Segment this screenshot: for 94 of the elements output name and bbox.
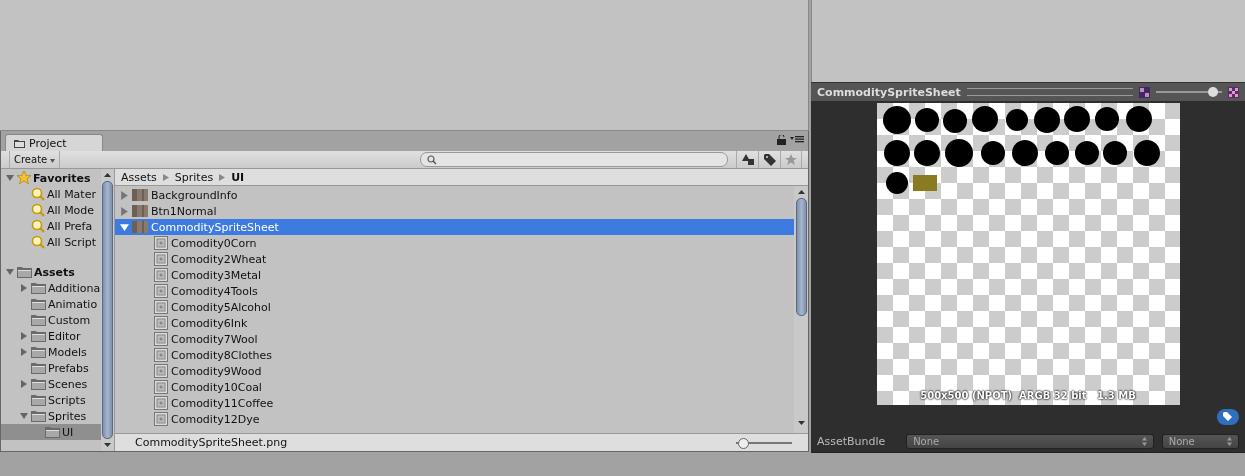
asset-bundle-variant-dropdown[interactable]: None	[1161, 433, 1239, 449]
sidebar-item[interactable]: Editor	[1, 328, 101, 344]
sidebar-item[interactable]: Assets	[1, 264, 101, 280]
asset-item[interactable]: Comodity8Clothes	[115, 347, 794, 363]
sidebar-item[interactable]: Models	[1, 344, 101, 360]
texture-thumbnail-icon	[132, 221, 148, 233]
sprite-icon	[154, 364, 168, 378]
search-icon	[31, 235, 45, 249]
search-icon	[31, 203, 45, 217]
folder-icon	[31, 410, 46, 422]
sprite-icon	[154, 332, 168, 346]
search-icon	[427, 154, 437, 165]
sidebar-item[interactable]: Favorites	[1, 170, 101, 186]
shapes-icon	[741, 154, 754, 165]
lock-icon[interactable]	[777, 135, 786, 145]
asset-item[interactable]: Comodity0Corn	[115, 235, 794, 251]
asset-item[interactable]: Comodity11Coffee	[115, 395, 794, 411]
asset-item[interactable]: CommoditySpriteSheet	[115, 219, 794, 235]
sidebar-item[interactable]: UI	[1, 424, 101, 440]
scrollbar[interactable]	[101, 169, 114, 451]
folder-icon	[31, 330, 46, 342]
caret-icon	[50, 159, 56, 163]
breadcrumb-link[interactable]: Assets	[121, 170, 157, 184]
sidebar-item[interactable]: All Prefa	[1, 218, 101, 234]
up-down-arrows-icon	[1227, 436, 1232, 446]
sidebar-item[interactable]: Additiona	[1, 280, 101, 296]
asset-item[interactable]: Comodity9Wood	[115, 363, 794, 379]
tag-icon	[763, 153, 776, 166]
folder-icon	[14, 138, 25, 148]
sidebar-item[interactable]: Sprites	[1, 408, 101, 424]
sprite-icon	[154, 236, 168, 250]
sprite-icon	[154, 252, 168, 266]
breadcrumb-separator-icon	[162, 173, 169, 181]
folder-icon	[31, 314, 46, 326]
sprite-icon	[154, 284, 168, 298]
texture-thumbnail-icon	[132, 205, 148, 217]
sprite-icon	[154, 268, 168, 282]
asset-item[interactable]: Comodity6Ink	[115, 315, 794, 331]
asset-bundle-label: AssetBundle	[817, 434, 887, 448]
breadcrumb-separator-icon	[219, 173, 226, 181]
asset-item[interactable]: Comodity10Coal	[115, 379, 794, 395]
sidebar-item[interactable]: All Script	[1, 234, 101, 250]
asset-item[interactable]: Comodity7Wool	[115, 331, 794, 347]
texture-thumbnail-icon	[132, 189, 148, 201]
sidebar-item[interactable]: Prefabs	[1, 360, 101, 376]
sidebar-item[interactable]: Scenes	[1, 376, 101, 392]
preview-title: CommoditySpriteSheet	[817, 85, 961, 99]
search-field[interactable]	[420, 152, 728, 167]
star-icon	[17, 171, 31, 185]
sidebar-item[interactable]: Custom	[1, 312, 101, 328]
texture-info: 500x500 (NPOT) ARGB 32 bit 1.3 MB	[919, 390, 1137, 401]
asset-bundle-dropdown[interactable]: None	[906, 433, 1154, 449]
sidebar-item[interactable]: All Mode	[1, 202, 101, 218]
expand-arrow-icon[interactable]	[20, 380, 28, 388]
menu-icon[interactable]	[790, 135, 804, 143]
folder-icon	[45, 426, 60, 438]
asset-item[interactable]: Comodity3Metal	[115, 267, 794, 283]
zoom-slider-handle[interactable]	[738, 437, 750, 449]
sidebar-item[interactable]: Scripts	[1, 392, 101, 408]
sprite-icon	[154, 300, 168, 314]
selected-asset-path: CommoditySpriteSheet.png	[135, 436, 288, 449]
folder-icon	[31, 346, 46, 358]
sprite-icon	[154, 412, 168, 426]
create-button[interactable]: Create	[9, 151, 61, 168]
sidebar-item[interactable]: Animatio	[1, 296, 101, 312]
drag-handle[interactable]	[966, 88, 1133, 96]
asset-item[interactable]: Comodity4Tools	[115, 283, 794, 299]
breadcrumb-link[interactable]: Sprites	[174, 170, 214, 184]
scrollbar[interactable]	[794, 186, 808, 433]
sprite-icon	[154, 380, 168, 394]
zoom-slider-handle[interactable]	[1207, 87, 1218, 97]
sprite-icon	[154, 396, 168, 410]
expand-arrow-icon[interactable]	[6, 174, 14, 182]
sprite-icon	[154, 348, 168, 362]
asset-item[interactable]: BackgroundInfo	[115, 187, 794, 203]
folder-icon	[31, 362, 46, 374]
folder-icon	[17, 266, 32, 278]
tag-icon[interactable]	[1217, 409, 1239, 425]
asset-item[interactable]: Comodity2Wheat	[115, 251, 794, 267]
expand-arrow-icon[interactable]	[20, 412, 28, 420]
breadcrumb-link[interactable]: UI	[231, 170, 245, 184]
sidebar-item[interactable]: All Mater	[1, 186, 101, 202]
folder-icon	[31, 378, 46, 390]
asset-item[interactable]: Comodity5Alcohol	[115, 299, 794, 315]
search-icon	[31, 219, 45, 233]
project-tab[interactable]: Project	[5, 134, 103, 151]
folder-icon	[31, 282, 46, 294]
asset-item[interactable]: Btn1Normal	[115, 203, 794, 219]
folder-icon	[31, 394, 46, 406]
sprite-icon	[154, 316, 168, 330]
asset-item[interactable]: Comodity12Dye	[115, 411, 794, 427]
up-down-arrows-icon	[1141, 436, 1147, 446]
folder-icon	[31, 298, 46, 310]
search-icon	[31, 187, 45, 201]
